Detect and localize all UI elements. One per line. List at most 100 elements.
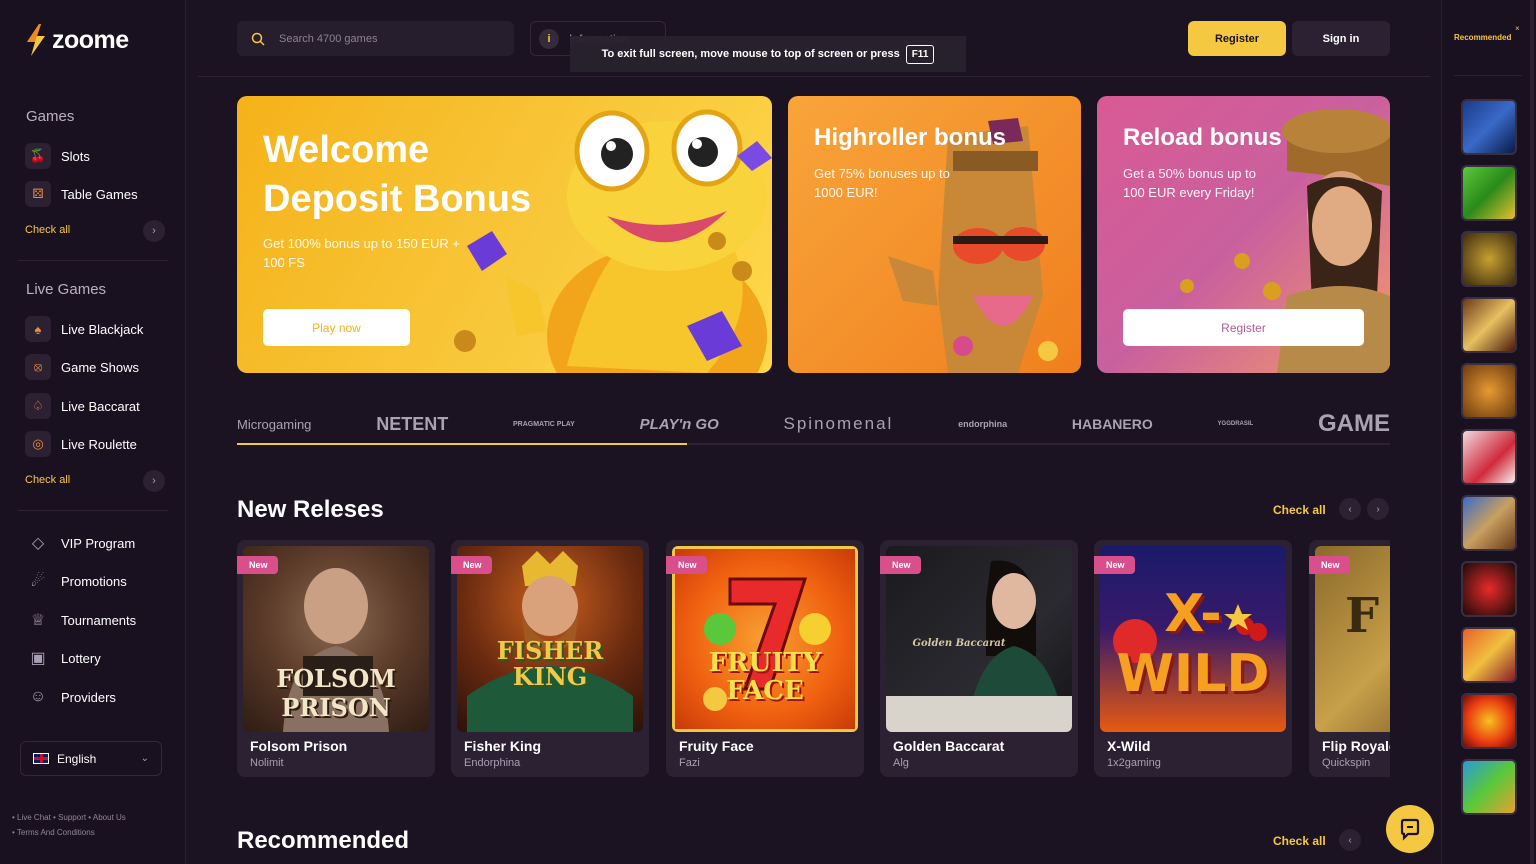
rail-game-thumbnail[interactable] (1461, 627, 1517, 683)
sidebar-item-live-baccarat[interactable]: ♤ Live Baccarat (25, 393, 140, 419)
search-input[interactable]: Search 4700 games (237, 21, 514, 56)
sidebar-item-promotions[interactable]: ☄ Promotions (25, 568, 127, 594)
new-badge: New (1309, 556, 1350, 574)
games-expand-button[interactable]: › (143, 220, 165, 242)
rail-close-icon[interactable]: × (1515, 24, 1520, 33)
sidebar-item-live-roulette[interactable]: ◎ Live Roulette (25, 431, 137, 457)
live-chat-button[interactable] (1386, 805, 1434, 853)
chat-bubble-icon (1400, 818, 1420, 841)
chevron-right-icon: › (152, 225, 156, 237)
info-icon: i (539, 28, 559, 49)
new-releases-check-all[interactable]: Check all (1273, 503, 1326, 517)
game-art-title: FRUITY FACE (708, 648, 822, 706)
sidebar-item-slots[interactable]: 🍒 Slots (25, 143, 90, 169)
highroller-bonus-banner[interactable]: Highroller bonus Get 75% bonuses up to 1… (788, 96, 1081, 373)
sidebar-item-tournaments[interactable]: ♕ Tournaments (25, 607, 136, 633)
provider-logo-game[interactable]: GAME (1318, 410, 1390, 438)
roulette-icon: ◎ (25, 431, 51, 457)
provider-logo-pragmatic[interactable]: PRAGMATIC PLAY (513, 421, 575, 428)
game-card[interactable]: FRUITY FACE New Fruity Face Fazi (666, 540, 864, 777)
page-scrollbar[interactable] (1530, 0, 1534, 864)
dice-icon: ⚄ (25, 181, 51, 207)
welcome-bonus-banner[interactable]: Welcome Deposit Bonus Get 100% bonus up … (237, 96, 772, 373)
rail-game-thumbnail[interactable] (1461, 429, 1517, 485)
trophy-icon: ♕ (30, 612, 46, 629)
recommended-prev-button[interactable]: ‹ (1339, 829, 1361, 851)
banner-title: Reload bonus (1123, 124, 1282, 151)
provider-logo-spinomenal[interactable]: Spinomenal (784, 414, 894, 434)
footer-links-line-2[interactable]: • Terms And Conditions (12, 825, 126, 840)
sidebar-item-live-blackjack[interactable]: ♠ Live Blackjack (25, 316, 143, 342)
game-card[interactable]: Golden Baccarat New Golden Baccarat Alg (880, 540, 1078, 777)
rail-game-thumbnail[interactable] (1461, 495, 1517, 551)
rail-divider (1454, 75, 1522, 76)
new-badge: New (237, 556, 278, 574)
register-button[interactable]: Register (1188, 21, 1286, 56)
sidebar-item-vip-program[interactable]: ◇ VIP Program (25, 530, 135, 556)
provider-logo-habanero[interactable]: HABANERO (1072, 416, 1153, 432)
games-section-title: Games (26, 108, 75, 125)
game-art-title: FISHER KING (496, 636, 604, 691)
language-select[interactable]: English ⌄ (20, 741, 162, 776)
uk-flag-icon (33, 753, 49, 764)
chevron-left-icon: ‹ (1348, 834, 1352, 846)
footer-links-line-1[interactable]: • Live Chat • Support • About Us (12, 810, 126, 825)
rail-game-thumbnail[interactable] (1461, 165, 1517, 221)
reload-register-button[interactable]: Register (1123, 309, 1364, 346)
user-icon: ☺ (29, 688, 47, 705)
sidebar-item-table-games[interactable]: ⚄ Table Games (25, 181, 138, 207)
providers-carousel[interactable]: Microgaming NETENT PRAGMATIC PLAY PLAY'n… (237, 408, 1390, 440)
live-check-all-link[interactable]: Check all (25, 474, 70, 486)
live-games-section-title: Live Games (26, 281, 107, 298)
banner-title: Highroller bonus (814, 124, 1006, 151)
rail-game-thumbnail[interactable] (1461, 759, 1517, 815)
sidebar-item-label: Slots (61, 148, 90, 164)
sidebar-item-label: Live Blackjack (61, 321, 144, 337)
sidebar-item-label: VIP Program (61, 535, 136, 551)
provider-logo-endorphina[interactable]: endorphina (958, 419, 1007, 429)
rail-game-thumbnail[interactable] (1461, 99, 1517, 155)
brand-logo[interactable]: zoome (24, 24, 129, 56)
sign-in-button[interactable]: Sign in (1292, 21, 1390, 56)
game-card[interactable]: F RO New Flip Royale Quickspin (1309, 540, 1390, 777)
new-badge: New (1094, 556, 1135, 574)
provider-logo-microgaming[interactable]: Microgaming (237, 417, 311, 432)
sidebar-item-label: Live Baccarat (61, 398, 140, 414)
rail-game-thumbnail[interactable] (1461, 363, 1517, 419)
rail-game-thumbnail[interactable] (1461, 693, 1517, 749)
providers-scroll-progress (237, 443, 687, 445)
rail-game-thumbnail[interactable] (1461, 297, 1517, 353)
sidebar-item-providers[interactable]: ☺ Providers (25, 684, 116, 710)
provider-logo-playngo[interactable]: PLAY'n GO (640, 416, 719, 433)
sidebar-item-label: Live Roulette (61, 436, 137, 452)
game-name: X-Wild (1107, 738, 1151, 754)
rail-game-thumbnail[interactable] (1461, 231, 1517, 287)
game-card[interactable]: X-WILD New X-Wild 1x2gaming (1094, 540, 1292, 777)
banner-description: Get 75% bonuses up to 1000 EUR! (814, 166, 950, 200)
game-provider: Nolimit (250, 757, 284, 769)
new-releases-title: New Releses (237, 496, 384, 523)
cherry-icon: 🍒 (25, 143, 51, 169)
reload-bonus-banner[interactable]: Reload bonus Get a 50% bonus up to 100 E… (1097, 96, 1390, 373)
game-card[interactable]: FISHER KING New Fisher King Endorphina (451, 540, 649, 777)
game-provider: Alg (893, 757, 909, 769)
games-check-all-link[interactable]: Check all (25, 224, 70, 236)
new-releases-carousel[interactable]: FOLSOM PRISON New Folsom Prison Nolimit … (237, 540, 1390, 777)
new-releases-next-button[interactable]: › (1367, 498, 1389, 520)
brand-name: zoome (52, 25, 129, 54)
rail-game-thumbnail[interactable] (1461, 561, 1517, 617)
live-expand-button[interactable]: › (143, 470, 165, 492)
provider-logo-yggdrasil[interactable]: YGGDRASIL (1218, 421, 1254, 427)
new-releases-prev-button[interactable]: ‹ (1339, 498, 1361, 520)
play-now-button[interactable]: Play now (263, 309, 410, 346)
sidebar-item-game-shows[interactable]: ⦻ Game Shows (25, 354, 139, 380)
sidebar-item-label: Table Games (61, 186, 138, 202)
game-provider: Endorphina (464, 757, 521, 769)
language-label: English (57, 751, 97, 766)
game-card[interactable]: FOLSOM PRISON New Folsom Prison Nolimit (237, 540, 435, 777)
recommended-check-all[interactable]: Check all (1273, 834, 1326, 848)
sidebar-item-lottery[interactable]: ▣ Lottery (25, 645, 100, 671)
diamond-icon: ◇ (31, 535, 45, 552)
divider (18, 510, 168, 511)
provider-logo-netent[interactable]: NETENT (376, 414, 448, 435)
